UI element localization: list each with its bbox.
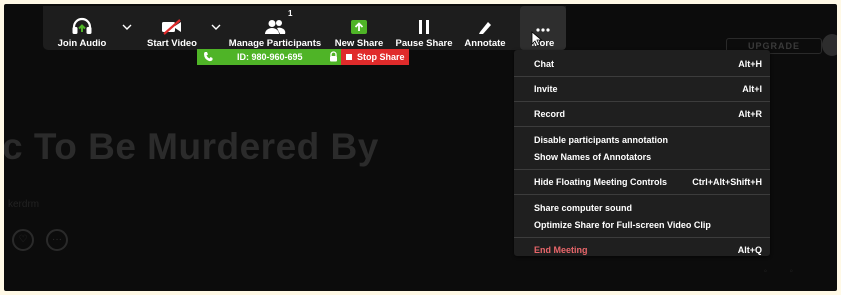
stop-square-icon — [346, 54, 352, 60]
menu-item-label: Disable participants annotation — [534, 134, 669, 145]
menu-item-share-sound[interactable]: Share computer sound — [514, 199, 770, 216]
video-options-chevron-down-icon[interactable] — [211, 22, 221, 32]
more-button[interactable]: More — [520, 6, 566, 50]
sharing-status-bar: ID: 980-960-695 Stop Share — [197, 49, 409, 65]
manage-participants-label: Manage Participants — [228, 38, 322, 49]
menu-item-show-annotators[interactable]: Show Names of Annotators — [514, 148, 770, 165]
menu-item-label: Invite — [534, 84, 558, 94]
stop-share-label: Stop Share — [357, 52, 405, 62]
participant-count: 1 — [288, 9, 293, 18]
participants-icon: 1 — [264, 9, 292, 35]
menu-item-shortcut: Alt+Q — [737, 245, 762, 255]
avatar[interactable] — [822, 34, 837, 56]
menu-item-shortcut: Ctrl+Alt+Shift+H — [692, 177, 762, 187]
join-audio-button[interactable]: Join Audio — [51, 6, 113, 50]
video-off-icon — [161, 11, 183, 35]
start-video-button[interactable]: Start Video — [139, 6, 205, 50]
meeting-id-badge[interactable]: ID: 980-960-695 — [197, 49, 341, 65]
pause-icon — [417, 11, 431, 35]
menu-item-label: Chat — [534, 59, 554, 69]
stop-share-button[interactable]: Stop Share — [341, 49, 409, 65]
annotate-label: Annotate — [464, 38, 506, 49]
menu-item-record[interactable]: Record Alt+R — [514, 102, 770, 126]
menu-item-invite[interactable]: Invite Alt+I — [514, 77, 770, 101]
menu-item-shortcut: Alt+H — [738, 59, 762, 69]
heart-icon: ♡ — [12, 229, 34, 251]
menu-item-optimize-share[interactable]: Optimize Share for Full-screen Video Cli… — [514, 216, 770, 233]
menu-item-shortcut: Alt+I — [742, 84, 762, 94]
new-share-label: New Share — [334, 38, 384, 49]
background-subtitle: kerdrm — [8, 199, 40, 210]
background-controls: ◦ ◦ — [763, 266, 793, 277]
menu-item-label: Hide Floating Meeting Controls — [534, 177, 667, 187]
headphones-icon — [71, 11, 93, 35]
menu-item-label: Share computer sound — [534, 202, 633, 213]
ellipsis-icon: ··· — [46, 229, 68, 251]
lock-icon — [330, 51, 337, 62]
meeting-id: ID: 980-960-695 — [237, 52, 303, 62]
background-title: c To Be Murdered By — [4, 126, 379, 167]
start-video-label: Start Video — [147, 38, 197, 49]
menu-item-hide-controls[interactable]: Hide Floating Meeting Controls Ctrl+Alt+… — [514, 170, 770, 194]
audio-options-chevron-down-icon[interactable] — [122, 22, 132, 32]
menu-item-label: Record — [534, 109, 566, 119]
menu-item-label: End Meeting — [534, 245, 588, 255]
pause-share-button[interactable]: Pause Share — [395, 6, 453, 50]
menu-item-label: Show Names of Annotators — [534, 151, 652, 162]
menu-item-chat[interactable]: Chat Alt+H — [514, 52, 770, 76]
manage-participants-button[interactable]: 1 Manage Participants — [227, 6, 323, 50]
pause-share-label: Pause Share — [395, 38, 453, 49]
pencil-icon — [477, 11, 493, 35]
menu-item-shortcut: Alt+R — [738, 109, 762, 119]
new-share-button[interactable]: New Share — [333, 6, 385, 50]
more-menu: Chat Alt+H Invite Alt+I Record Alt+R Dis… — [514, 50, 770, 256]
menu-item-label: Optimize Share for Full-screen Video Cli… — [534, 219, 711, 230]
mouse-cursor-icon — [531, 31, 543, 47]
annotate-button[interactable]: Annotate — [463, 6, 507, 50]
menu-item-disable-annotation[interactable]: Disable participants annotation — [514, 131, 770, 148]
join-audio-label: Join Audio — [57, 38, 107, 49]
meeting-toolbar: Join Audio Start Video 1 Manage Particip… — [43, 6, 566, 50]
share-arrow-icon — [350, 11, 368, 35]
menu-item-end-meeting[interactable]: End Meeting Alt+Q — [514, 238, 770, 262]
phone-icon — [204, 52, 213, 62]
